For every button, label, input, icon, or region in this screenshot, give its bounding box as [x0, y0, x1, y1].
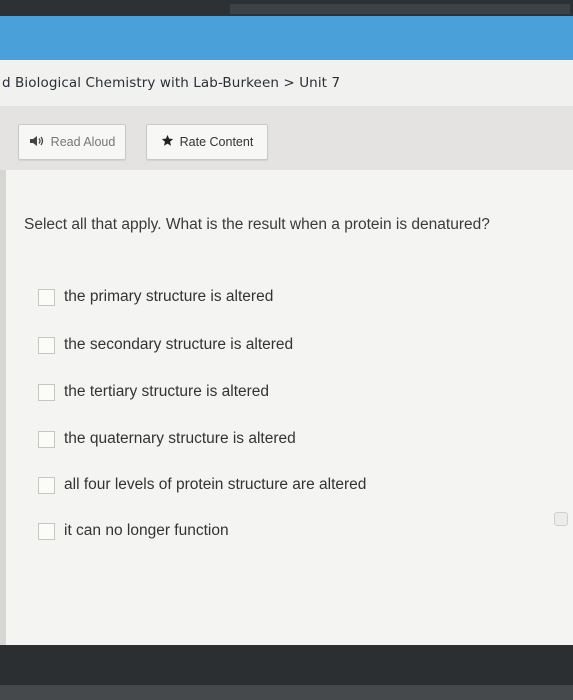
read-aloud-button[interactable]: Read Aloud: [18, 124, 126, 160]
option-no-function[interactable]: it can no longer function: [38, 522, 229, 540]
checkbox[interactable]: [38, 430, 55, 448]
option-label: it can no longer function: [64, 522, 229, 539]
option-all-four[interactable]: all four levels of protein structure are…: [38, 476, 366, 494]
star-icon: [161, 134, 174, 150]
option-label: the primary structure is altered: [64, 288, 274, 305]
rate-content-label: Rate Content: [179, 135, 254, 149]
option-primary[interactable]: the primary structure is altered: [38, 288, 273, 306]
option-label: all four levels of protein structure are…: [64, 476, 367, 493]
option-quaternary[interactable]: the quaternary structure is altered: [38, 430, 296, 448]
read-aloud-label: Read Aloud: [50, 135, 116, 149]
scroll-marker: [554, 512, 568, 526]
question-prompt: Select all that apply. What is the resul…: [24, 216, 490, 233]
device-bottom-bezel: [0, 645, 573, 700]
question-panel: Select all that apply. What is the resul…: [6, 170, 573, 645]
breadcrumb[interactable]: d Biological Chemistry with Lab-Burkeen …: [0, 75, 340, 91]
checkbox[interactable]: [38, 476, 55, 494]
title-strip: d Biological Chemistry with Lab-Burkeen …: [0, 60, 573, 106]
checkbox[interactable]: [38, 288, 55, 306]
checkbox[interactable]: [38, 522, 55, 540]
checkbox[interactable]: [38, 383, 55, 401]
rate-content-button[interactable]: Rate Content: [146, 124, 268, 160]
toolbar: Read Aloud Rate Content: [0, 106, 573, 170]
device-top-bezel: [0, 0, 573, 16]
checkbox[interactable]: [38, 336, 55, 354]
option-secondary[interactable]: the secondary structure is altered: [38, 336, 293, 354]
option-label: the secondary structure is altered: [64, 336, 294, 353]
option-label: the tertiary structure is altered: [64, 383, 270, 400]
speaker-icon: [29, 135, 45, 150]
option-label: the quaternary structure is altered: [64, 430, 296, 447]
option-tertiary[interactable]: the tertiary structure is altered: [38, 383, 269, 401]
